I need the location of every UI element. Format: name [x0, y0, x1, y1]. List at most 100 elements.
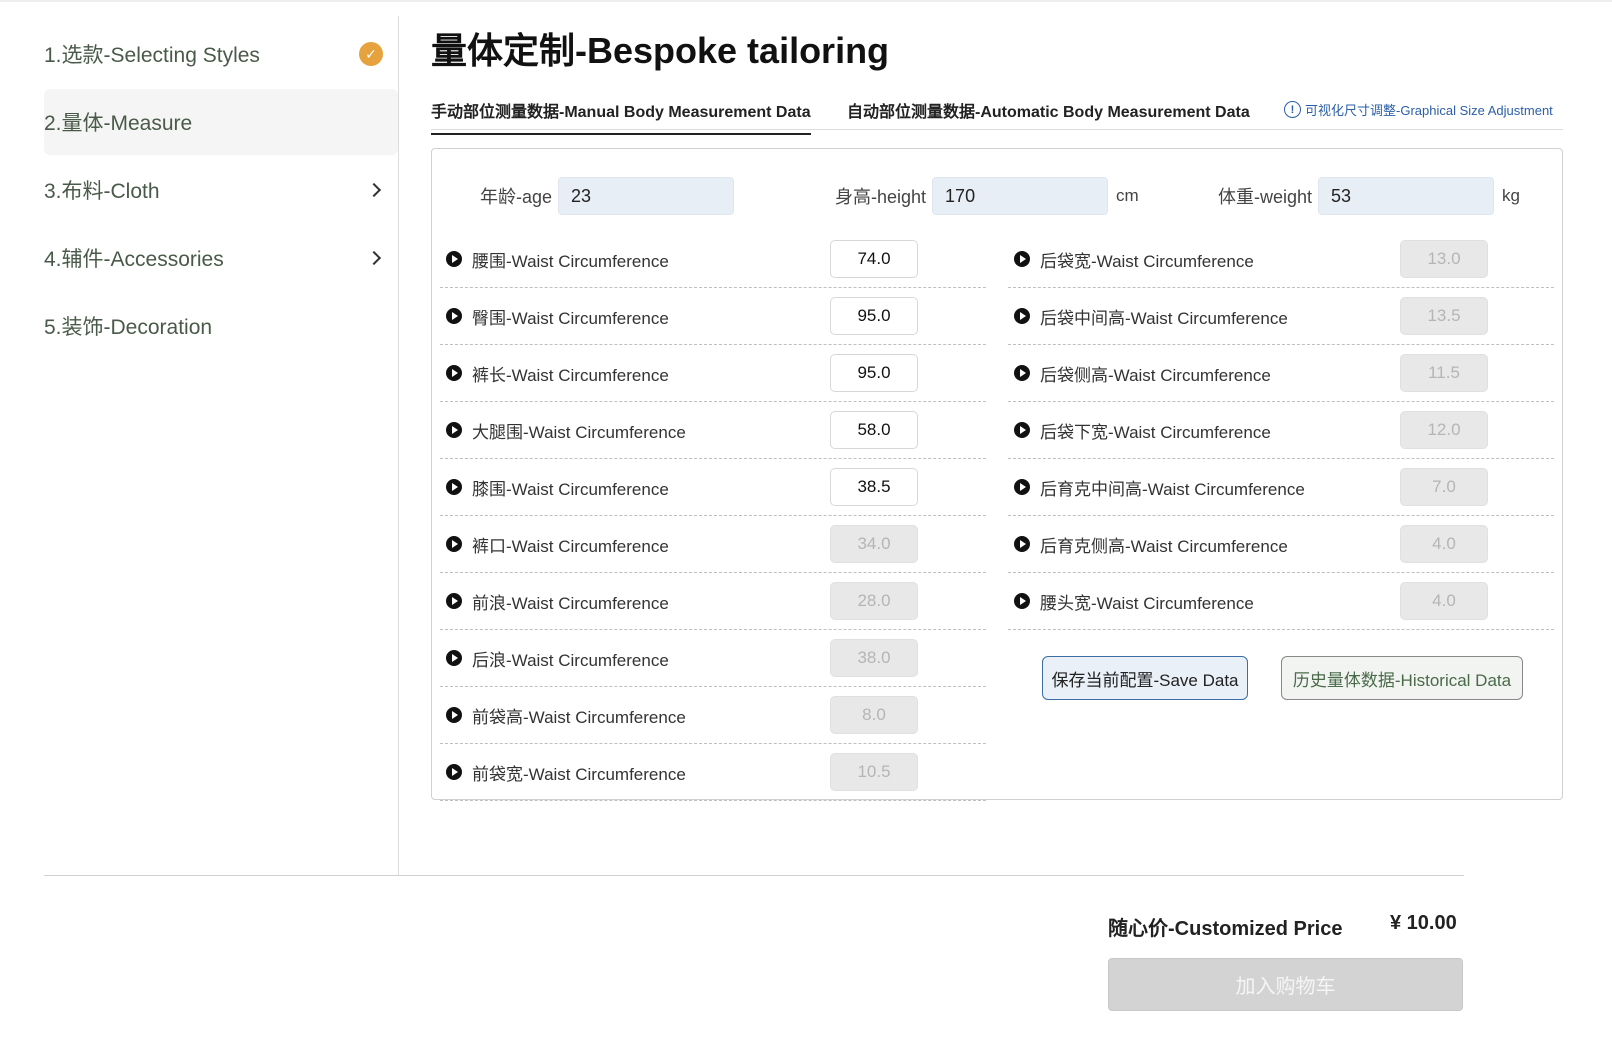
sidebar-item-decoration[interactable]: 5.装饰-Decoration — [44, 293, 399, 359]
measurement-row: 腰头宽-Waist Circumference 4.0 — [1008, 573, 1554, 630]
measurement-label: 后浪-Waist Circumference — [472, 650, 669, 670]
weight-input[interactable]: 53 — [1318, 177, 1495, 215]
measurement-row: 腰围-Waist Circumference 74.0 — [440, 231, 986, 288]
measurement-row: 后育克中间高-Waist Circumference 7.0 — [1008, 459, 1554, 516]
chevron-right-icon — [366, 182, 383, 198]
play-bullet-icon — [446, 251, 462, 267]
tab-graphical-label: 可视化尺寸调整-Graphical Size Adjustment — [1305, 103, 1553, 118]
historical-data-button[interactable]: 历史量体数据-Historical Data — [1281, 656, 1523, 700]
measurement-value-input: 34.0 — [830, 525, 918, 563]
sidebar-item-measure[interactable]: 2.量体-Measure — [44, 89, 398, 155]
measurement-label: 腰头宽-Waist Circumference — [1040, 593, 1254, 613]
measurement-label: 大腿围-Waist Circumference — [472, 422, 686, 442]
top-border — [0, 0, 1612, 2]
measurement-value-input: 13.0 — [1400, 240, 1488, 278]
measurement-row: 裤长-Waist Circumference 95.0 — [440, 345, 986, 402]
measurement-label: 膝围-Waist Circumference — [472, 479, 669, 499]
play-bullet-icon — [446, 422, 462, 438]
measurement-row: 臀围-Waist Circumference 95.0 — [440, 288, 986, 345]
height-unit: cm — [1116, 186, 1139, 205]
measurement-row: 裤口-Waist Circumference 34.0 — [440, 516, 986, 573]
play-bullet-icon — [1014, 536, 1030, 552]
play-bullet-icon — [446, 707, 462, 723]
measurement-label: 臀围-Waist Circumference — [472, 308, 669, 328]
measurement-value-input: 13.5 — [1400, 297, 1488, 335]
play-bullet-icon — [446, 650, 462, 666]
measurement-value-input: 11.5 — [1400, 354, 1488, 392]
price-label: 随心价-Customized Price — [1108, 918, 1343, 940]
play-bullet-icon — [446, 308, 462, 324]
save-data-button[interactable]: 保存当前配置-Save Data — [1042, 656, 1248, 700]
play-bullet-icon — [1014, 593, 1030, 609]
age-label: 年龄-age — [480, 187, 553, 207]
measurement-value-input[interactable]: 74.0 — [830, 240, 918, 278]
play-bullet-icon — [446, 479, 462, 495]
measurement-label: 后袋中间高-Waist Circumference — [1040, 308, 1288, 328]
measurement-label: 前袋高-Waist Circumference — [472, 707, 686, 727]
measurement-value-input: 28.0 — [830, 582, 918, 620]
measurement-label: 裤长-Waist Circumference — [472, 365, 669, 385]
play-bullet-icon — [1014, 479, 1030, 495]
measurement-label: 后袋下宽-Waist Circumference — [1040, 422, 1271, 442]
measurement-label: 后袋宽-Waist Circumference — [1040, 251, 1254, 271]
measurement-label: 后育克侧高-Waist Circumference — [1040, 536, 1288, 556]
measurement-row: 前袋高-Waist Circumference 8.0 — [440, 687, 986, 744]
play-bullet-icon — [1014, 308, 1030, 324]
play-bullet-icon — [1014, 251, 1030, 267]
add-to-cart-button[interactable]: 加入购物车 — [1108, 958, 1463, 1011]
sidebar-item-label: 1.选款-Selecting Styles — [44, 44, 260, 67]
measurement-row: 后袋侧高-Waist Circumference 11.5 — [1008, 345, 1554, 402]
play-bullet-icon — [1014, 365, 1030, 381]
measurement-value-input: 38.0 — [830, 639, 918, 677]
sidebar-item-cloth[interactable]: 3.布料-Cloth — [44, 157, 399, 223]
measurement-tabs: 手动部位测量数据-Manual Body Measurement Data 自动… — [431, 90, 1563, 135]
measurement-value-input: 4.0 — [1400, 582, 1488, 620]
measurement-label: 后袋侧高-Waist Circumference — [1040, 365, 1271, 385]
play-bullet-icon — [1014, 422, 1030, 438]
height-label: 身高-height — [835, 187, 927, 207]
measurement-row: 后袋中间高-Waist Circumference 13.5 — [1008, 288, 1554, 345]
tab-manual-measurement[interactable]: 手动部位测量数据-Manual Body Measurement Data — [431, 98, 811, 135]
measurement-value-input: 10.5 — [830, 753, 918, 791]
sidebar-item-accessories[interactable]: 4.辅件-Accessories — [44, 225, 399, 291]
step-sidebar: 1.选款-Selecting Styles ✓ 2.量体-Measure 3.布… — [0, 16, 399, 876]
weight-label: 体重-weight — [1218, 187, 1313, 207]
age-field-group: 年龄-age 23 — [480, 177, 735, 215]
sidebar-item-label: 3.布料-Cloth — [44, 180, 160, 203]
measurement-label: 裤口-Waist Circumference — [472, 536, 669, 556]
measurement-value-input: 8.0 — [830, 696, 918, 734]
measurement-value-input: 12.0 — [1400, 411, 1488, 449]
measurement-row: 膝围-Waist Circumference 38.5 — [440, 459, 986, 516]
info-icon: ! — [1284, 101, 1301, 118]
sidebar-item-label: 2.量体-Measure — [44, 112, 193, 135]
measurement-row: 前浪-Waist Circumference 28.0 — [440, 573, 986, 630]
measurement-label: 前袋宽-Waist Circumference — [472, 764, 686, 784]
weight-field-group: 体重-weight 53 kg — [1218, 177, 1520, 215]
weight-unit: kg — [1502, 186, 1520, 205]
footer-divider — [44, 875, 1464, 876]
play-bullet-icon — [446, 365, 462, 381]
height-input[interactable]: 170 — [932, 177, 1109, 215]
measurement-label: 后育克中间高-Waist Circumference — [1040, 479, 1305, 499]
chevron-right-icon — [366, 250, 383, 266]
measurement-row: 大腿围-Waist Circumference 58.0 — [440, 402, 986, 459]
measurement-row: 后袋下宽-Waist Circumference 12.0 — [1008, 402, 1554, 459]
measurement-label: 前浪-Waist Circumference — [472, 593, 669, 613]
height-field-group: 身高-height 170 cm — [835, 177, 1139, 215]
measurement-value-input[interactable]: 95.0 — [830, 297, 918, 335]
measurement-value-input[interactable]: 58.0 — [830, 411, 918, 449]
measurement-label: 腰围-Waist Circumference — [472, 251, 669, 271]
measurement-value-input[interactable]: 38.5 — [830, 468, 918, 506]
tab-graphical-size-adjustment[interactable]: ! 可视化尺寸调整-Graphical Size Adjustment — [1284, 100, 1553, 119]
price-value: ¥ 10.00 — [1390, 912, 1457, 934]
sidebar-item-label: 5.装饰-Decoration — [44, 316, 213, 339]
page-title: 量体定制-Bespoke tailoring — [431, 30, 890, 71]
play-bullet-icon — [446, 764, 462, 780]
age-input[interactable]: 23 — [558, 177, 735, 215]
check-icon: ✓ — [359, 42, 383, 66]
sidebar-item-selecting-styles[interactable]: 1.选款-Selecting Styles ✓ — [44, 21, 399, 87]
tab-automatic-measurement[interactable]: 自动部位测量数据-Automatic Body Measurement Data — [847, 98, 1250, 122]
measurement-value-input[interactable]: 95.0 — [830, 354, 918, 392]
measurement-value-input: 4.0 — [1400, 525, 1488, 563]
play-bullet-icon — [446, 536, 462, 552]
